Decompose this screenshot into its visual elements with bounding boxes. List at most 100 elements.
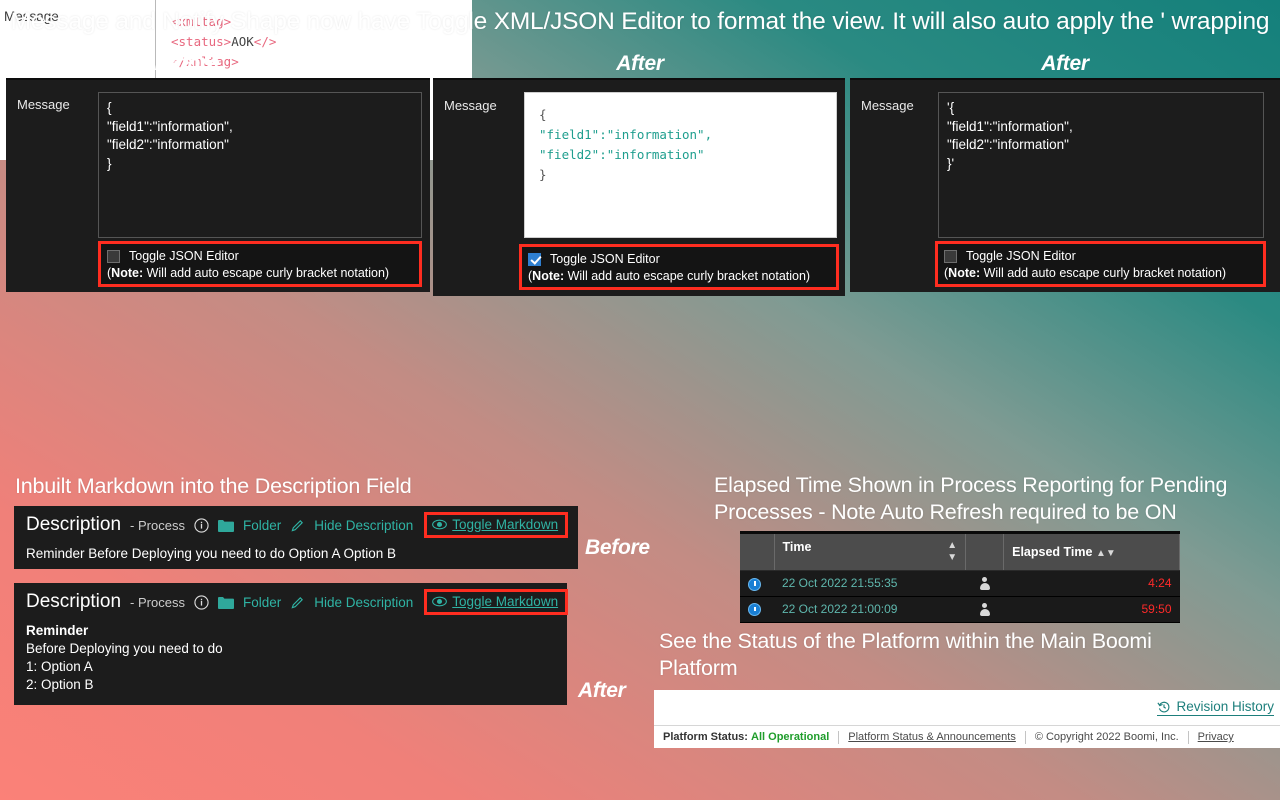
note-bold-3: Note: — [948, 266, 980, 280]
toggle-markdown-button-after[interactable]: Toggle Markdown — [424, 589, 568, 615]
th-icon — [740, 534, 774, 571]
sort-icon-elapsed[interactable]: ▲▼ — [1096, 548, 1116, 559]
platform-status-cell: Platform Status: All Operational — [654, 731, 838, 743]
description-subtitle-after: - Process — [130, 595, 185, 610]
table-header-row: Time ▲▼ Elapsed Time ▲▼ — [740, 534, 1180, 571]
message-editor-plain-3[interactable]: '{ "field1":"information", "field2":"inf… — [938, 92, 1264, 238]
description-body-heading-after: Reminder — [26, 623, 88, 638]
description-body-after: Reminder Before Deploying you need to do… — [14, 619, 567, 700]
editor-line-2-2: "field2":"information" — [539, 147, 705, 162]
description-title-after: Description — [26, 591, 121, 613]
toggle-json-editor-label-1: Toggle JSON Editor — [129, 249, 239, 263]
description-body-line-2: 2: Option B — [26, 677, 94, 692]
message-editor-plain-1[interactable]: { "field1":"information", "field2":"info… — [98, 92, 422, 238]
editor-line-2-0: { — [539, 107, 547, 122]
description-body-line-1: 1: Option A — [26, 659, 93, 674]
eye-icon-after — [432, 596, 447, 607]
message-panel-after-json: Message { "field1":"information", "field… — [433, 78, 845, 296]
toggle-markdown-button-before[interactable]: Toggle Markdown — [424, 512, 568, 538]
folder-label-before[interactable]: Folder — [243, 518, 281, 533]
row-0-user-cell — [966, 571, 1004, 597]
description-body-before: Reminder Before Deploying you need to do… — [14, 542, 578, 569]
copyright-text: © Copyright 2022 Boomi, Inc. — [1026, 731, 1188, 743]
markdown-before-label: Before — [585, 536, 650, 560]
info-icon-after[interactable] — [194, 595, 209, 610]
table-row[interactable]: 22 Oct 2022 21:55:35 4:24 — [740, 571, 1180, 597]
th-time-label: Time — [783, 540, 812, 554]
note-text-1: Will add auto escape curly bracket notat… — [143, 266, 389, 280]
th-elapsed[interactable]: Elapsed Time ▲▼ — [1004, 534, 1180, 571]
toggle-json-editor-checkbox-2[interactable] — [528, 253, 541, 266]
editor-line-2-1: "field1":"information", — [539, 127, 712, 142]
platform-status-widget: Revision History Platform Status: All Op… — [654, 690, 1280, 748]
sort-icon-time[interactable]: ▲▼ — [947, 540, 957, 564]
toggle-json-editor-group-2[interactable]: Toggle JSON Editor (Note: Will add auto … — [519, 244, 839, 290]
markdown-section-heading: Inbuilt Markdown into the Description Fi… — [15, 473, 615, 500]
message-field-label-3: Message — [861, 98, 914, 113]
row-1-elapsed: 59:50 — [1004, 596, 1180, 622]
folder-label-after[interactable]: Folder — [243, 595, 281, 610]
toggle-json-editor-note-2: (Note: Will add auto escape curly bracke… — [528, 269, 830, 283]
page-title: Message and Notify Shape now have Toggle… — [0, 7, 1280, 37]
editor-line-3-2: "field2":"information" — [947, 137, 1069, 152]
row-0-time: 22 Oct 2022 21:55:35 — [774, 571, 966, 597]
toggle-markdown-label-before: Toggle Markdown — [452, 517, 558, 532]
toggle-json-editor-label-3: Toggle JSON Editor — [966, 249, 1076, 263]
eye-icon-before — [432, 519, 447, 530]
editor-line-1-0: { — [107, 100, 112, 115]
row-1-time: 22 Oct 2022 21:00:09 — [774, 596, 966, 622]
user-icon — [979, 603, 991, 617]
description-body-line-0: Before Deploying you need to do — [26, 641, 223, 656]
message-field-label-1: Message — [17, 97, 70, 112]
platform-status-bar: Platform Status: All Operational Platfor… — [654, 726, 1280, 748]
revision-history-bar: Revision History — [654, 690, 1280, 726]
table-row[interactable]: 22 Oct 2022 21:00:09 59:50 — [740, 596, 1180, 622]
note-bold-1: Note: — [111, 266, 143, 280]
pencil-icon-after[interactable] — [290, 595, 305, 610]
hide-description-label-before[interactable]: Hide Description — [314, 518, 413, 533]
before-after-label-2: After — [435, 52, 845, 76]
platform-announcements-link[interactable]: Platform Status & Announcements — [839, 731, 1025, 743]
toggle-json-editor-group-1[interactable]: Toggle JSON Editor (Note: Will add auto … — [98, 241, 422, 287]
user-icon — [979, 577, 991, 591]
toggle-json-editor-checkbox-3[interactable] — [944, 250, 957, 263]
description-panel-after: Description - Process Folder Hide Descri… — [14, 583, 567, 705]
toggle-json-editor-checkbox-1[interactable] — [107, 250, 120, 263]
toggle-json-editor-group-3[interactable]: Toggle JSON Editor (Note: Will add auto … — [935, 241, 1266, 287]
folder-icon-after[interactable] — [218, 596, 234, 609]
description-title-before: Description — [26, 514, 121, 536]
hide-description-label-after[interactable]: Hide Description — [314, 595, 413, 610]
clock-icon — [748, 603, 761, 616]
platform-status-value: All Operational — [751, 731, 829, 743]
message-panel-before: Message { "field1":"information", "field… — [6, 78, 430, 292]
editor-line-3-3: }' — [947, 156, 954, 171]
revision-history-link[interactable]: Revision History — [1157, 699, 1274, 716]
editor-line-1-2: "field2":"information" — [107, 137, 229, 152]
toggle-json-editor-note-3: (Note: Will add auto escape curly bracke… — [944, 266, 1257, 280]
privacy-link[interactable]: Privacy — [1189, 731, 1243, 743]
editor-line-3-0: '{ — [947, 100, 954, 115]
note-text-3: Will add auto escape curly bracket notat… — [980, 266, 1226, 280]
info-icon-before[interactable] — [194, 518, 209, 533]
folder-icon-before[interactable] — [218, 519, 234, 532]
message-editor-json-2[interactable]: { "field1":"information", "field2":"info… — [524, 92, 837, 238]
description-panel-before: Description - Process Folder Hide Descri… — [14, 506, 578, 569]
history-icon — [1157, 700, 1171, 714]
revision-history-label: Revision History — [1176, 699, 1274, 714]
toggle-json-editor-note-1: (Note: Will add auto escape curly bracke… — [107, 266, 413, 280]
toggle-markdown-label-after: Toggle Markdown — [452, 594, 558, 609]
editor-line-1-1: "field1":"information", — [107, 119, 233, 134]
message-panel-after-wrapped: Message '{ "field1":"information", "fiel… — [850, 78, 1280, 292]
platform-status-prefix: Platform Status: — [663, 731, 748, 743]
th-elapsed-label: Elapsed Time — [1012, 545, 1092, 559]
row-0-elapsed: 4:24 — [1004, 571, 1180, 597]
elapsed-time-table: Time ▲▼ Elapsed Time ▲▼ 22 Oct 2022 21:55… — [740, 531, 1180, 623]
note-text-2: Will add auto escape curly bracket notat… — [564, 269, 810, 283]
description-subtitle-before: - Process — [130, 518, 185, 533]
th-time[interactable]: Time ▲▼ — [774, 534, 966, 571]
pencil-icon-before[interactable] — [290, 518, 305, 533]
clock-icon — [748, 578, 761, 591]
message-field-label-2: Message — [444, 98, 497, 113]
elapsed-section-heading: Elapsed Time Shown in Process Reporting … — [714, 472, 1270, 526]
th-user — [966, 534, 1004, 571]
